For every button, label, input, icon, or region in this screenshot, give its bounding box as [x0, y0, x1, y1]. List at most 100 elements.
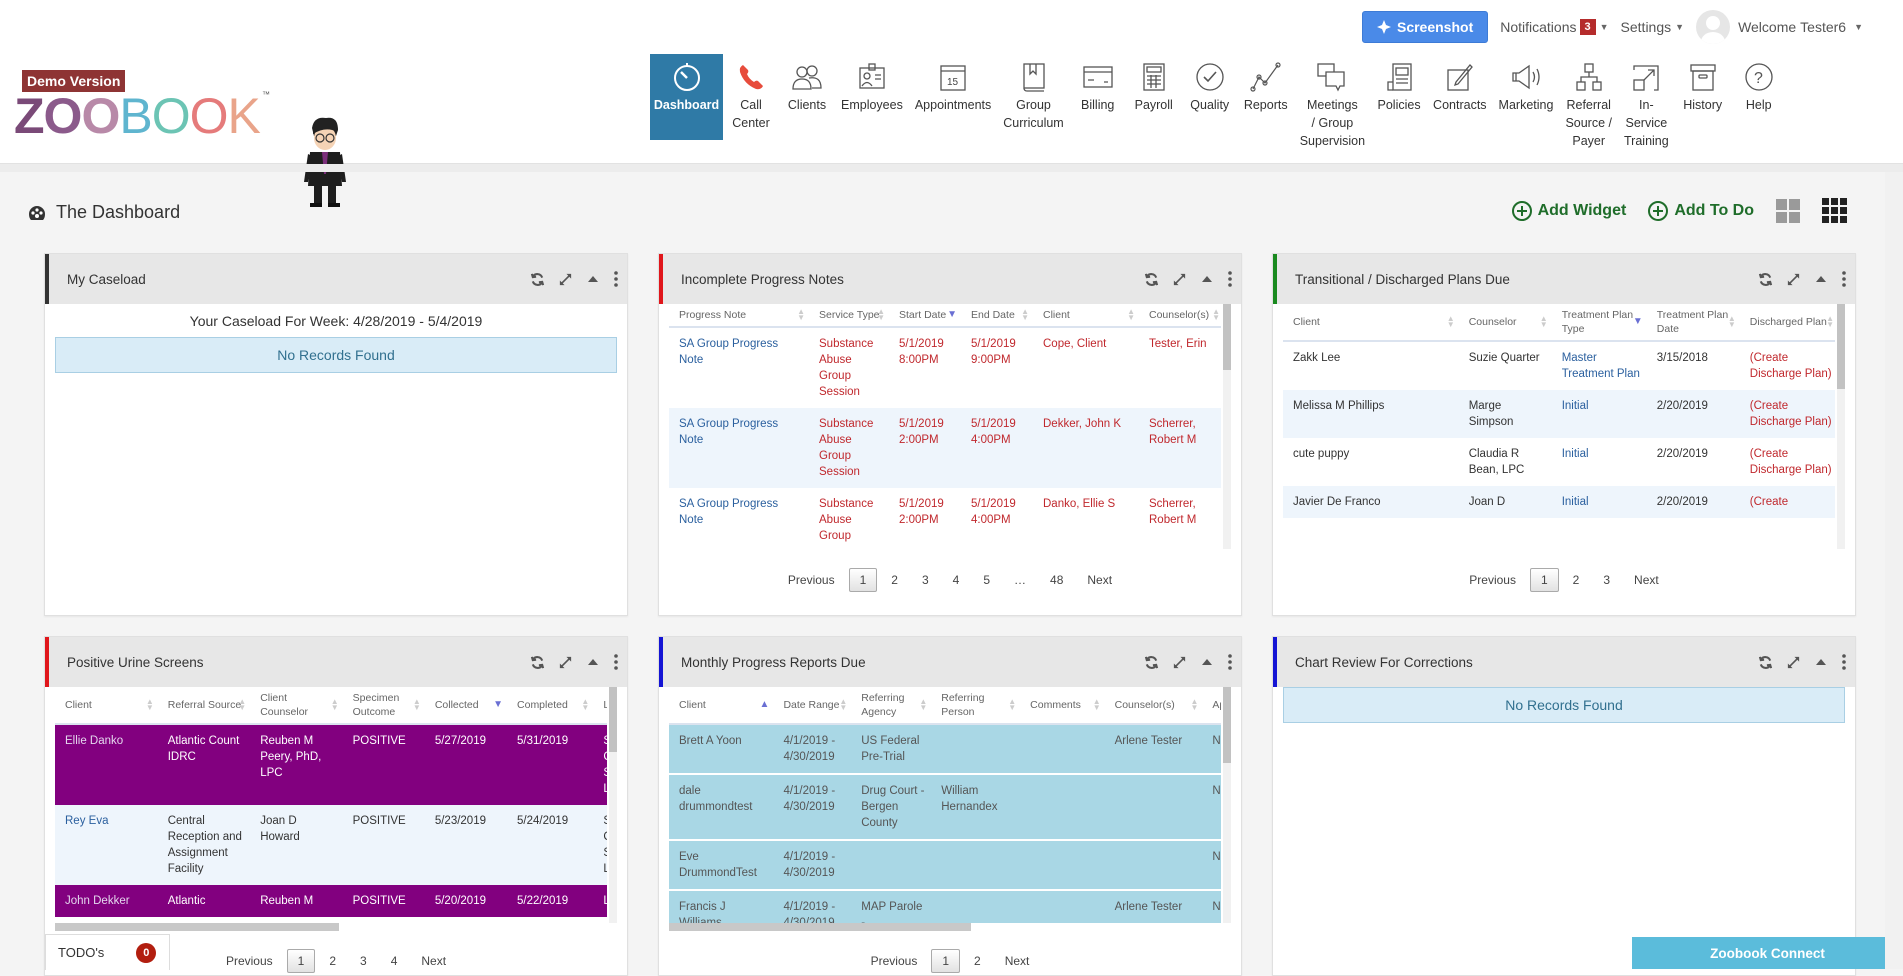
table-row[interactable]: SA Group Progress Note Substance Abuse Gr… [669, 327, 1221, 408]
expand-icon[interactable] [1785, 271, 1801, 287]
table-row[interactable]: Brett A Yoon 4/1/2019 - 4/30/2019 US Feder… [669, 724, 1221, 775]
pagination-previous[interactable]: Previous [1459, 569, 1526, 591]
collapse-up-icon[interactable] [1813, 271, 1829, 287]
nav-item-history[interactable]: History [1675, 54, 1731, 118]
vertical-scrollbar[interactable] [1223, 687, 1231, 923]
column-header[interactable]: Discharged Plan ▲ ▼ [1739, 304, 1835, 342]
kebab-menu-icon[interactable] [1227, 271, 1233, 287]
collapse-up-icon[interactable] [585, 654, 601, 670]
todo-tab[interactable]: TODO's 0 [45, 934, 170, 970]
collapse-up-icon[interactable] [1199, 271, 1215, 287]
expand-icon[interactable] [557, 271, 573, 287]
nav-item-dashboard[interactable]: Dashboard [650, 54, 723, 140]
nav-item-payroll[interactable]: Payroll [1126, 54, 1182, 118]
column-header[interactable]: Client ▲ ▼ [1033, 304, 1139, 328]
table-row[interactable]: Rey Eva Central Reception and Assignment … [55, 805, 607, 885]
column-header[interactable]: Start Date ▼ [889, 304, 961, 328]
pagination-page[interactable]: 4 [943, 569, 970, 591]
column-header[interactable]: Referral Source ▲ ▼ [157, 687, 251, 725]
pagination-page[interactable]: 5 [973, 569, 1000, 591]
pagination-page[interactable]: 3 [912, 569, 939, 591]
refresh-icon[interactable] [1143, 654, 1159, 670]
column-header[interactable]: Client ▲ ▼ [1283, 304, 1459, 342]
table-row[interactable]: Ellie Danko Atlantic Count IDRC Reuben M P… [55, 724, 607, 805]
column-header[interactable]: Counselor(s) ▲ ▼ [1139, 304, 1221, 328]
table-cell[interactable]: Initial [1551, 390, 1647, 438]
column-header[interactable]: Treatment Plan Date ▲ ▼ [1646, 304, 1740, 342]
pagination-page[interactable]: … [1004, 569, 1036, 591]
expand-icon[interactable] [1171, 271, 1187, 287]
collapse-up-icon[interactable] [585, 271, 601, 287]
notifications-dropdown[interactable]: Notifications 3 ▼ [1500, 19, 1609, 35]
pagination-page[interactable]: 2 [1563, 569, 1590, 591]
screenshot-button[interactable]: Screenshot [1361, 11, 1489, 43]
table-cell[interactable]: (Create Discharge Plan) [1739, 390, 1835, 438]
nav-item-quality[interactable]: Quality [1182, 54, 1238, 118]
nav-item-policies[interactable]: Policies [1371, 54, 1427, 118]
vertical-scrollbar[interactable] [1837, 304, 1845, 549]
zoobook-connect-button[interactable]: Zoobook Connect [1632, 937, 1903, 969]
nav-item-appointments[interactable]: 15 Appointments [909, 54, 997, 118]
column-header[interactable]: Counselor ▲ ▼ [1458, 304, 1552, 342]
column-header[interactable]: Client ▲ ▼ [55, 687, 158, 725]
column-header[interactable]: Progress Note ▲ ▼ [669, 304, 809, 328]
column-header[interactable]: End Date ▲ ▼ [961, 304, 1033, 328]
nav-item-marketing[interactable]: Marketing [1493, 54, 1560, 118]
nav-item-contracts[interactable]: Contracts [1427, 54, 1493, 118]
nav-item-referral-source-payer[interactable]: Referral Source / Payer [1559, 54, 1618, 154]
expand-icon[interactable] [1171, 654, 1187, 670]
column-header[interactable]: App▲▼ [1202, 687, 1221, 725]
table-row[interactable]: John Dekker Atlantic Reuben M POSITIVE 5/20/… [55, 885, 607, 917]
collapse-up-icon[interactable] [1813, 654, 1829, 670]
kebab-menu-icon[interactable] [1841, 271, 1847, 287]
pagination-page[interactable]: 3 [1593, 569, 1620, 591]
table-row[interactable]: Francis J Williams 4/1/2019 - 4/30/2019 MA… [669, 890, 1221, 923]
column-header[interactable]: Collected ▼ [424, 687, 508, 725]
refresh-icon[interactable] [529, 654, 545, 670]
table-cell[interactable]: Ellie Danko [55, 724, 158, 805]
column-header[interactable]: Referring Person ▲ ▼ [931, 687, 1021, 725]
table-row[interactable]: Melissa M Phillips Marge Simpson Initial 2/… [1283, 390, 1835, 438]
nav-item-meetings-group-supervision[interactable]: Meetings / Group Supervision [1294, 54, 1371, 154]
refresh-icon[interactable] [1143, 271, 1159, 287]
table-row[interactable]: SA Group Progress Note Substance Abuse Gr… [669, 488, 1221, 549]
table-row[interactable]: dale drummondtest 4/1/2019 - 4/30/2019 Dru… [669, 774, 1221, 841]
refresh-icon[interactable] [1757, 271, 1773, 287]
table-cell[interactable]: Initial [1552, 438, 1647, 486]
refresh-icon[interactable] [529, 271, 545, 287]
column-header[interactable]: Client ▲ [669, 687, 774, 725]
pagination-page[interactable]: 1 [1529, 568, 1559, 592]
add-todo-button[interactable]: Add To Do [1648, 200, 1754, 221]
pagination-page[interactable]: 48 [1040, 569, 1073, 591]
three-column-layout-icon[interactable] [1822, 198, 1847, 223]
nav-item-employees[interactable]: Employees [835, 54, 909, 118]
table-row[interactable]: cute puppy Claudia R Bean, LPC Initial 2/20… [1283, 438, 1835, 486]
nav-item-call-center[interactable]: Call Center [723, 54, 779, 136]
column-header[interactable]: Service Type ▲ ▼ [809, 304, 889, 328]
table-cell[interactable]: SA Group Progress Note [669, 488, 809, 549]
table-cell[interactable]: SA Group Progress Note [669, 408, 809, 488]
horizontal-scrollbar[interactable] [55, 923, 339, 931]
kebab-menu-icon[interactable] [1227, 654, 1233, 670]
table-cell[interactable]: (Create Discharge Plan) [1740, 341, 1835, 390]
table-row[interactable]: Eve DrummondTest4/1/2019 - 4/30/2019 No [669, 840, 1221, 891]
column-header[interactable]: Referring Agency ▲ ▼ [851, 687, 932, 725]
nav-item-billing[interactable]: Billing [1070, 54, 1126, 118]
table-cell[interactable]: SA Group Progress Note [669, 327, 809, 408]
nav-item-in-service-training[interactable]: In- Service Training [1618, 54, 1675, 154]
column-header[interactable]: Completed ▲ ▼ [507, 687, 594, 725]
page-scrollbar[interactable] [1885, 172, 1903, 969]
pagination-page[interactable]: 1 [286, 949, 316, 973]
add-widget-button[interactable]: Add Widget [1511, 200, 1626, 221]
pagination-next[interactable]: Next [1624, 569, 1669, 591]
table-row[interactable]: SA Group Progress Note Substance Abuse Gr… [669, 408, 1221, 488]
pagination-next[interactable]: Next [1077, 569, 1122, 591]
pagination-page[interactable]: 1 [931, 949, 960, 973]
pagination-previous[interactable]: Previous [778, 569, 845, 591]
column-header[interactable]: Specimen Outcome ▲ ▼ [342, 687, 425, 725]
table-row[interactable]: Zakk Lee Suzie Quarter Master Treatment Pl… [1283, 341, 1835, 390]
table-cell[interactable]: Master Treatment Plan [1552, 341, 1647, 390]
zoobook-logo[interactable]: Demo Version ZOOBOOK ™ [14, 68, 346, 207]
settings-dropdown[interactable]: Settings ▼ [1621, 19, 1685, 35]
collapse-up-icon[interactable] [1199, 654, 1215, 670]
